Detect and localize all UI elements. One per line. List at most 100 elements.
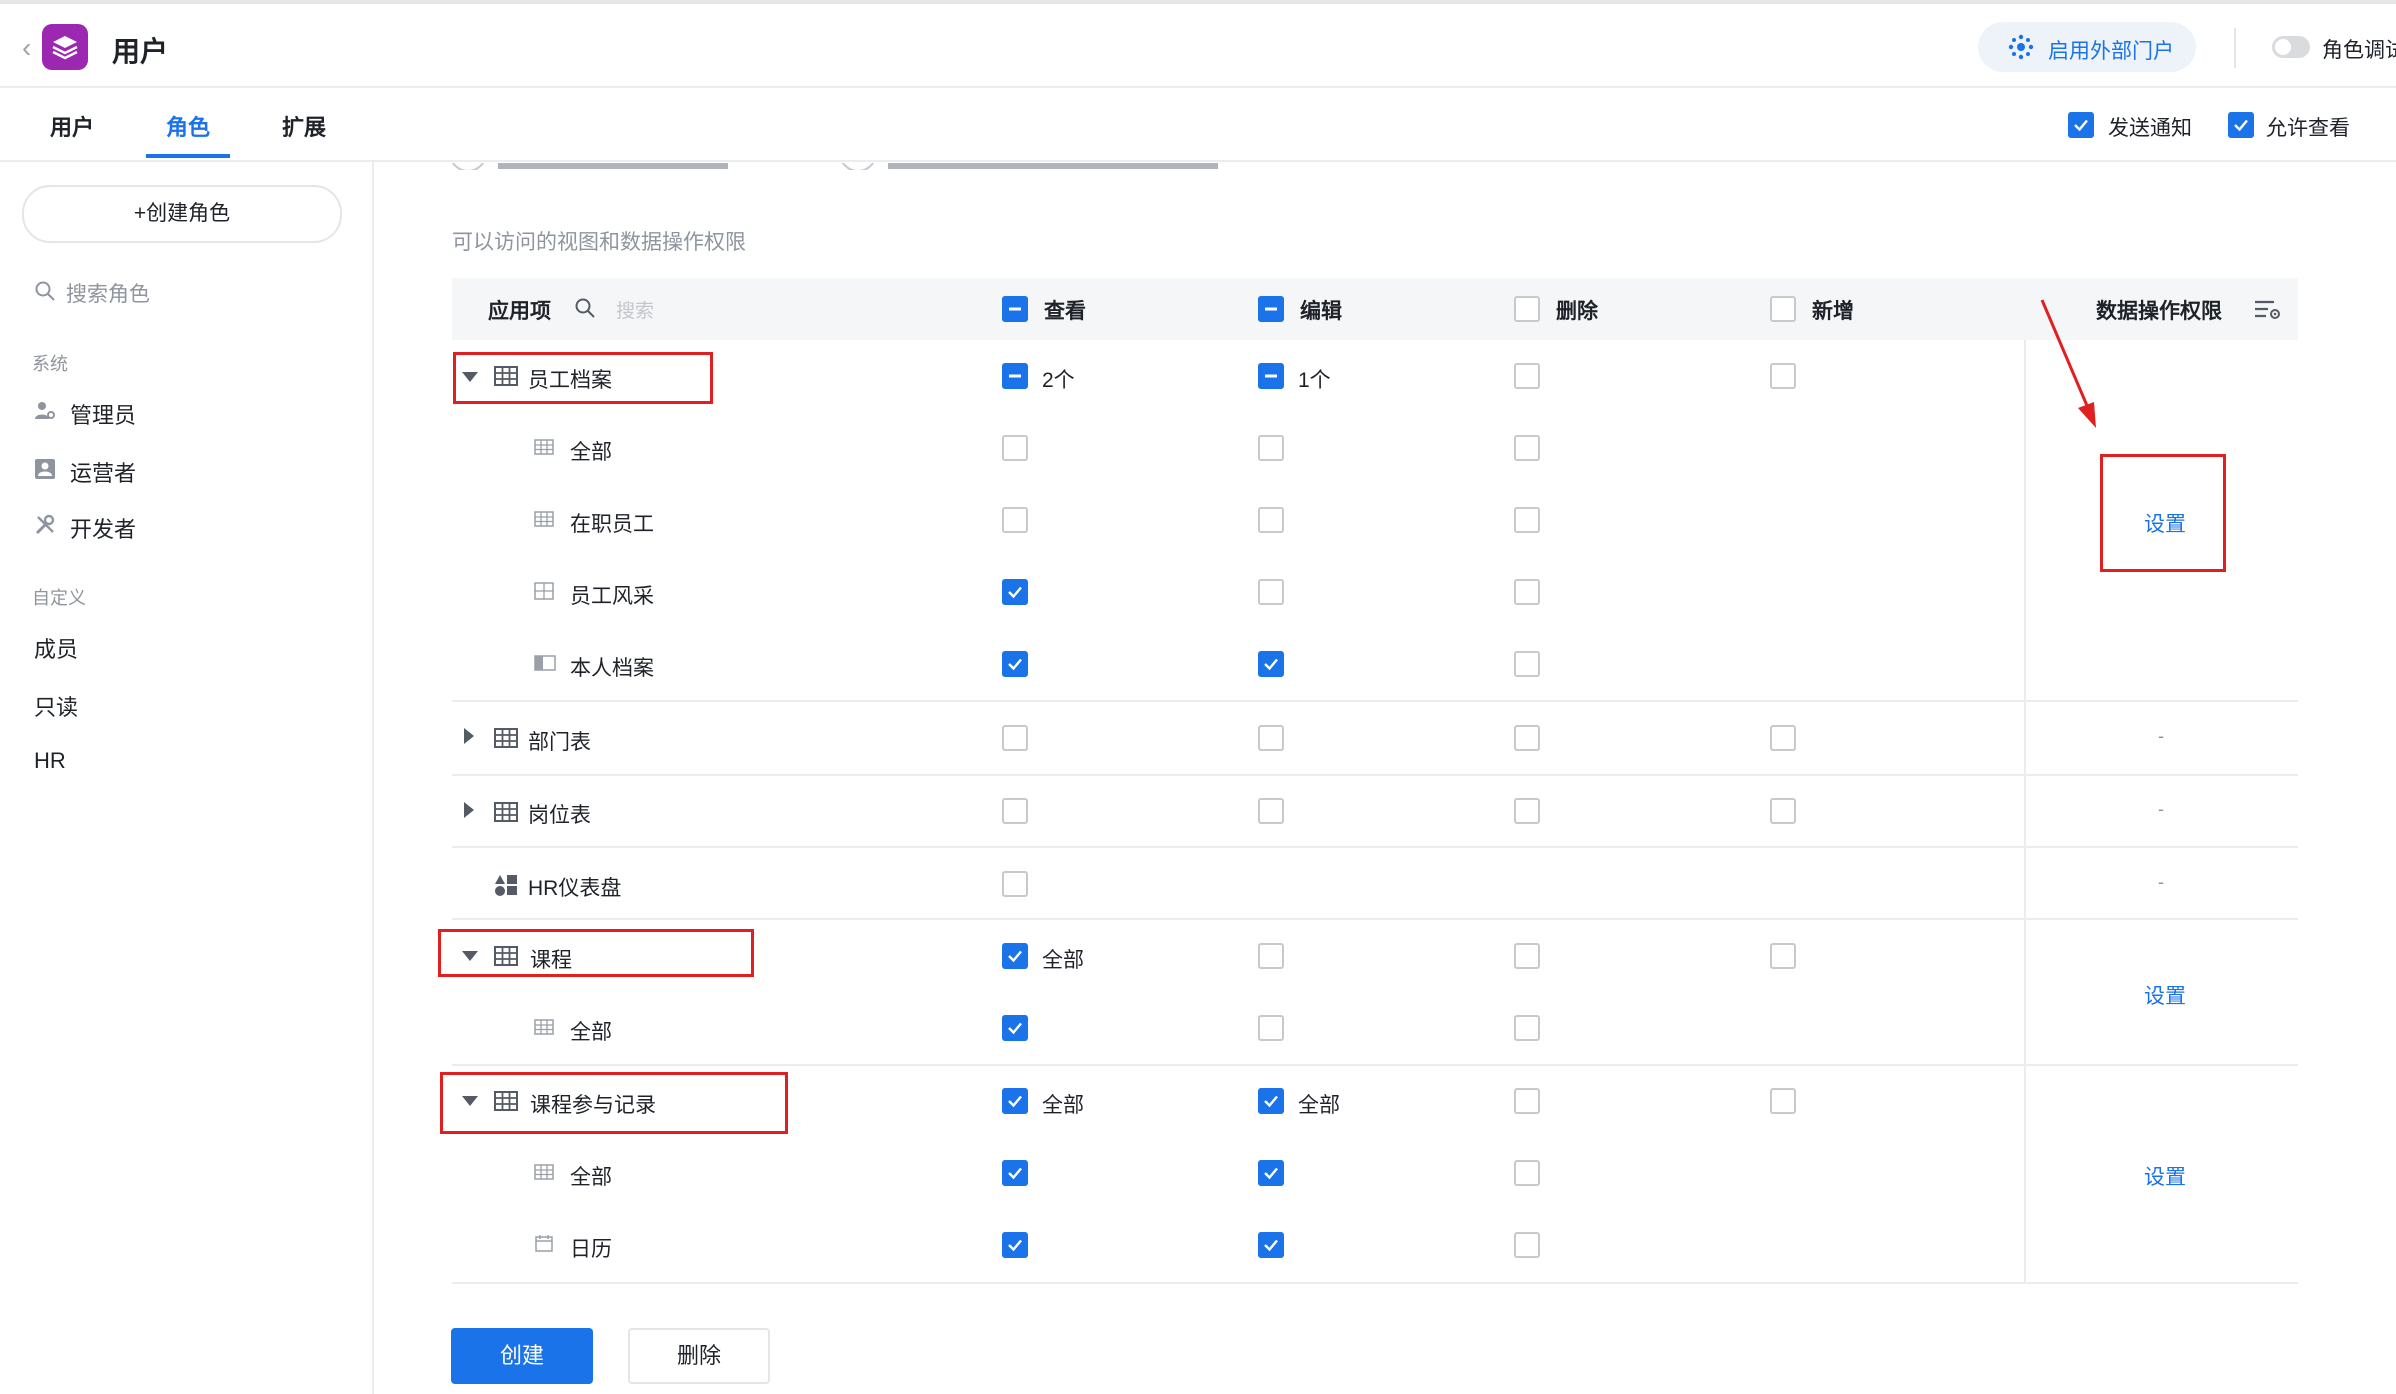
edit-checkbox[interactable] bbox=[1258, 363, 1284, 389]
expand-icon[interactable] bbox=[464, 728, 474, 744]
delete-button[interactable]: 删除 bbox=[628, 1328, 770, 1384]
group-custom-label: 自定义 bbox=[32, 588, 86, 608]
add-checkbox[interactable] bbox=[1770, 943, 1796, 969]
app-logo-icon bbox=[42, 24, 88, 70]
view-employee-gallery[interactable]: 员工风采 bbox=[570, 580, 654, 610]
view-checkbox[interactable] bbox=[1002, 579, 1028, 605]
view-checkbox[interactable] bbox=[1002, 943, 1028, 969]
gallery-view-icon bbox=[534, 582, 554, 605]
view-checkbox[interactable] bbox=[1002, 1160, 1028, 1186]
row-departments[interactable]: 部门表 bbox=[528, 726, 591, 756]
column-settings-icon[interactable] bbox=[2254, 298, 2282, 327]
back-icon[interactable]: ‹ bbox=[22, 32, 31, 64]
view-checkbox[interactable] bbox=[1002, 435, 1028, 461]
send-notification-checkbox[interactable] bbox=[2068, 112, 2094, 138]
add-all-checkbox[interactable] bbox=[1770, 296, 1796, 322]
add-checkbox[interactable] bbox=[1770, 363, 1796, 389]
row-positions[interactable]: 岗位表 bbox=[528, 799, 591, 829]
delete-checkbox[interactable] bbox=[1514, 1015, 1540, 1041]
tab-extensions[interactable]: 扩展 bbox=[282, 110, 326, 142]
view-all[interactable]: 全部 bbox=[570, 1161, 612, 1191]
edit-checkbox[interactable] bbox=[1258, 943, 1284, 969]
allow-view-label: 允许查看 bbox=[2266, 117, 2350, 140]
col-delete: 删除 bbox=[1556, 300, 1598, 323]
view-all-checkbox[interactable] bbox=[1002, 296, 1028, 322]
col-add: 新增 bbox=[1812, 300, 1854, 323]
row-divider bbox=[452, 1282, 2298, 1284]
view-checkbox[interactable] bbox=[1002, 1088, 1028, 1114]
data-permission-set-link[interactable]: 设置 bbox=[2144, 1161, 2186, 1191]
view-checkbox[interactable] bbox=[1002, 363, 1028, 389]
allow-view-checkbox[interactable] bbox=[2228, 112, 2254, 138]
table-header bbox=[452, 278, 2298, 340]
delete-checkbox[interactable] bbox=[1514, 798, 1540, 824]
create-button[interactable]: 创建 bbox=[451, 1328, 593, 1384]
page-title: 用户 bbox=[112, 36, 169, 67]
col-data-permission: 数据操作权限 bbox=[2096, 300, 2222, 323]
delete-all-checkbox[interactable] bbox=[1514, 296, 1540, 322]
delete-checkbox[interactable] bbox=[1514, 1088, 1540, 1114]
delete-checkbox[interactable] bbox=[1514, 1160, 1540, 1186]
view-own-records[interactable]: 本人档案 bbox=[570, 652, 654, 682]
permission-column-divider bbox=[2024, 340, 2026, 1284]
edit-checkbox[interactable] bbox=[1258, 651, 1284, 677]
more-icon[interactable]: ⋮ bbox=[2388, 110, 2396, 136]
view-checkbox[interactable] bbox=[1002, 507, 1028, 533]
delete-checkbox[interactable] bbox=[1514, 943, 1540, 969]
edit-all-checkbox[interactable] bbox=[1258, 296, 1284, 322]
calendar-icon bbox=[535, 1234, 553, 1257]
edit-checkbox[interactable] bbox=[1258, 798, 1284, 824]
no-data-permission: - bbox=[2158, 872, 2164, 892]
divider bbox=[2234, 28, 2236, 68]
row-divider bbox=[452, 846, 2298, 848]
send-notification-label: 发送通知 bbox=[2108, 117, 2192, 140]
edit-checkbox[interactable] bbox=[1258, 1232, 1284, 1258]
add-checkbox[interactable] bbox=[1770, 725, 1796, 751]
edit-checkbox[interactable] bbox=[1258, 579, 1284, 605]
view-grid-icon bbox=[534, 511, 554, 532]
view-checkbox[interactable] bbox=[1002, 1015, 1028, 1041]
row-hr-dashboard[interactable]: HR仪表盘 bbox=[528, 872, 621, 902]
search-icon[interactable] bbox=[574, 297, 596, 324]
role-member-label: 成员 bbox=[34, 637, 79, 662]
edit-checkbox[interactable] bbox=[1258, 725, 1284, 751]
view-checkbox[interactable] bbox=[1002, 725, 1028, 751]
delete-checkbox[interactable] bbox=[1514, 725, 1540, 751]
add-checkbox[interactable] bbox=[1770, 798, 1796, 824]
view-calendar[interactable]: 日历 bbox=[570, 1233, 612, 1263]
role-readonly-label: 只读 bbox=[34, 695, 79, 720]
create-role-button[interactable]: +创建角色 bbox=[22, 185, 342, 243]
tab-users[interactable]: 用户 bbox=[50, 110, 94, 142]
role-hr-label: HR bbox=[34, 748, 66, 773]
view-all[interactable]: 全部 bbox=[570, 436, 612, 466]
delete-checkbox[interactable] bbox=[1514, 363, 1540, 389]
edit-checkbox[interactable] bbox=[1258, 1160, 1284, 1186]
view-checkbox[interactable] bbox=[1002, 871, 1028, 897]
edit-checkbox[interactable] bbox=[1258, 1015, 1284, 1041]
delete-checkbox[interactable] bbox=[1514, 435, 1540, 461]
data-permission-set-link[interactable]: 设置 bbox=[2144, 980, 2186, 1010]
delete-checkbox[interactable] bbox=[1514, 507, 1540, 533]
edit-checkbox[interactable] bbox=[1258, 507, 1284, 533]
view-checkbox[interactable] bbox=[1002, 651, 1028, 677]
row-divider bbox=[452, 774, 2298, 776]
edit-checkbox[interactable] bbox=[1258, 435, 1284, 461]
view-checkbox[interactable] bbox=[1002, 1232, 1028, 1258]
view-active-employees[interactable]: 在职员工 bbox=[570, 508, 654, 538]
view-checkbox[interactable] bbox=[1002, 798, 1028, 824]
delete-checkbox[interactable] bbox=[1514, 579, 1540, 605]
delete-checkbox[interactable] bbox=[1514, 651, 1540, 677]
expand-icon[interactable] bbox=[464, 802, 474, 818]
table-search-input[interactable]: 搜索 bbox=[616, 296, 654, 323]
add-checkbox[interactable] bbox=[1770, 1088, 1796, 1114]
delete-checkbox[interactable] bbox=[1514, 1232, 1540, 1258]
tab-roles[interactable]: 角色 bbox=[166, 110, 210, 142]
row-divider bbox=[452, 918, 2298, 920]
enable-portal-button[interactable]: 启用外部门户 bbox=[1978, 22, 2196, 72]
view-all[interactable]: 全部 bbox=[570, 1016, 612, 1046]
edit-checkbox[interactable] bbox=[1258, 1088, 1284, 1114]
search-icon bbox=[34, 280, 56, 308]
role-debug-toggle[interactable] bbox=[2272, 36, 2310, 58]
view-scope: 全部 bbox=[1042, 949, 1084, 972]
col-app-item: 应用项 bbox=[488, 300, 551, 323]
